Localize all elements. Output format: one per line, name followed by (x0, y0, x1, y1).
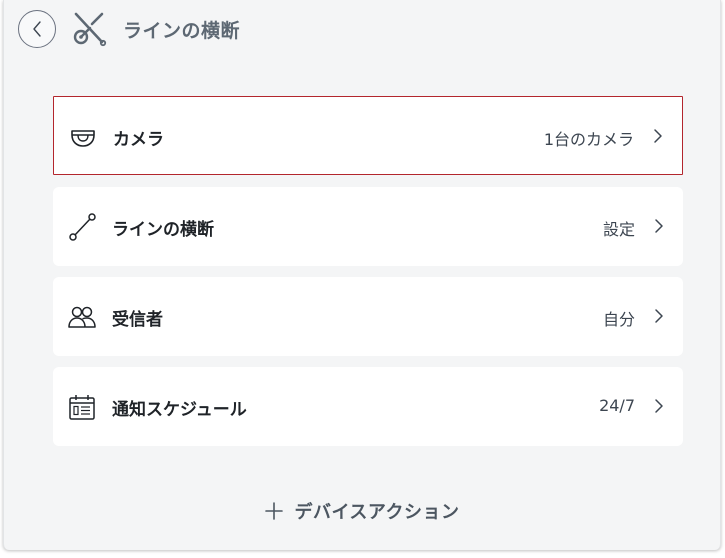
chevron-right-icon (655, 309, 663, 323)
row-value: 自分 (602, 310, 635, 329)
camera-dome-icon (71, 130, 95, 147)
row-value: 設定 (602, 220, 635, 239)
settings-row-schedule[interactable]: 通知スケジュール 24/7 (53, 367, 683, 446)
settings-row-recipients[interactable]: 受信者 自分 (53, 277, 683, 356)
chevron-left-icon (33, 21, 41, 37)
row-label: 受信者 (112, 310, 163, 330)
users-icon (68, 306, 96, 328)
device-actions-button[interactable]: デバイスアクション (4, 498, 720, 524)
chevron-right-icon (655, 399, 663, 413)
line-icon (69, 213, 96, 241)
settings-row-camera[interactable]: カメラ 1台のカメラ (53, 96, 683, 175)
line-crossing-icon (73, 12, 107, 47)
plus-icon (265, 502, 284, 520)
row-value: 1台のカメラ (543, 130, 634, 149)
row-value: 24/7 (599, 396, 635, 415)
back-button[interactable] (18, 10, 56, 48)
settings-row-line-crossing[interactable]: ラインの横断 設定 (53, 187, 683, 266)
chevron-right-icon (655, 219, 663, 233)
rule-settings-panel: ラインの横断 カメラ 1台のカメラ ラインの横断 設定 受信者 自分 通知スケジ… (3, 0, 721, 550)
calendar-icon (69, 395, 95, 420)
device-actions-label: デバイスアクション (294, 502, 460, 523)
row-label: 通知スケジュール (112, 400, 247, 420)
page-title: ラインの横断 (123, 20, 241, 42)
chevron-right-icon (654, 129, 662, 143)
header: ラインの横断 (4, 0, 720, 58)
row-label: カメラ (113, 130, 164, 150)
row-label: ラインの横断 (112, 220, 214, 240)
